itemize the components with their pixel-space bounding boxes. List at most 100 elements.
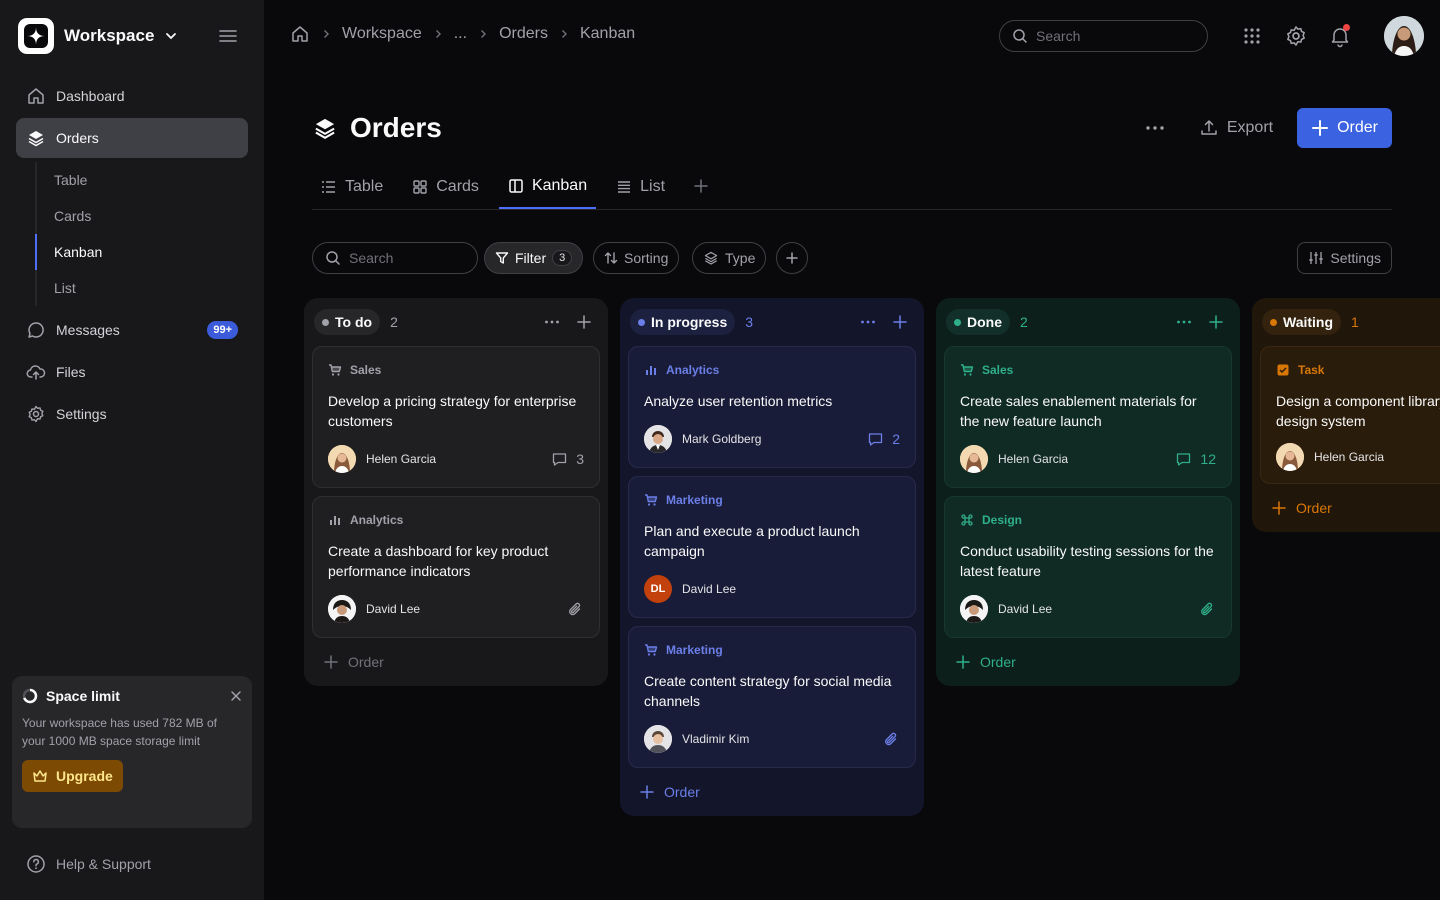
card-title: Create a dashboard for key product perfo… <box>328 543 549 579</box>
add-order-link[interactable]: Order <box>1260 492 1440 524</box>
workspace-switcher[interactable]: Workspace <box>18 18 178 54</box>
sidebar-toggle-icon[interactable] <box>216 24 240 48</box>
top-search[interactable] <box>999 20 1208 52</box>
upgrade-label: Upgrade <box>56 768 113 784</box>
breadcrumb-item[interactable]: Orders <box>499 25 548 43</box>
notification-dot <box>1343 24 1350 31</box>
add-view-icon[interactable] <box>693 178 709 194</box>
card-title: Analyze user retention metrics <box>644 393 833 409</box>
card-title: Create content strategy for social media… <box>644 673 892 709</box>
card-assignee: Vladimir Kim <box>682 732 750 746</box>
space-limit-title: Space limit <box>46 688 120 704</box>
gear-icon <box>26 404 46 424</box>
sidebar-item-settings[interactable]: Settings <box>16 394 248 434</box>
add-card-icon[interactable] <box>576 314 592 330</box>
status-dot <box>1270 318 1277 326</box>
kanban-column-in-progress: In progress 3 Analytics Analyze user ret… <box>620 298 924 816</box>
add-order-button[interactable]: Order <box>1297 108 1392 148</box>
status-dot <box>322 318 329 326</box>
add-order-label: Order <box>348 654 384 670</box>
apps-grid-icon[interactable] <box>1240 24 1264 48</box>
add-order-link[interactable]: Order <box>312 646 600 678</box>
export-button[interactable]: Export <box>1185 108 1287 148</box>
kanban-card[interactable]: Task Design a component library for the … <box>1260 346 1440 484</box>
avatar <box>1276 443 1304 471</box>
comment-count: 2 <box>892 431 900 447</box>
home-icon[interactable] <box>290 24 310 44</box>
board-settings-button[interactable]: Settings <box>1297 242 1392 274</box>
breadcrumb-item[interactable]: ... <box>454 25 467 43</box>
user-avatar[interactable] <box>1384 16 1424 56</box>
bell-icon[interactable] <box>1328 24 1352 48</box>
card-assignee: Helen Garcia <box>366 452 437 466</box>
list-lines-icon <box>616 179 632 195</box>
comment-count: 3 <box>576 451 584 467</box>
sidebar-item-files[interactable]: Files <box>16 352 248 392</box>
top-bar: Workspace ... Orders Kanban <box>264 0 1440 72</box>
gear-icon[interactable] <box>1284 24 1308 48</box>
kanban-card[interactable]: Marketing Plan and execute a product lau… <box>628 476 916 618</box>
sidebar-item-messages[interactable]: Messages 99+ <box>16 310 248 350</box>
kanban-card[interactable]: Sales Create sales enablement materials … <box>944 346 1232 488</box>
tab-label: Cards <box>436 177 479 195</box>
crown-icon <box>33 770 47 782</box>
bar-chart-icon <box>644 363 658 377</box>
card-assignee: David Lee <box>998 602 1053 616</box>
kanban-card[interactable]: Analytics Create a dashboard for key pro… <box>312 496 600 638</box>
kanban-card[interactable]: Sales Develop a pricing strategy for ent… <box>312 346 600 488</box>
kanban-card[interactable]: Marketing Create content strategy for so… <box>628 626 916 768</box>
add-order-link[interactable]: Order <box>628 776 916 808</box>
tab-table[interactable]: Table <box>312 164 392 209</box>
kanban-card[interactable]: Design Conduct usability testing session… <box>944 496 1232 638</box>
add-card-icon[interactable] <box>892 314 908 330</box>
more-options-icon[interactable] <box>544 314 560 330</box>
sidebar-subitem-list[interactable]: List <box>35 270 248 306</box>
column-count: 2 <box>1020 314 1028 330</box>
progress-ring-icon <box>22 688 38 704</box>
kanban-card[interactable]: Analytics Analyze user retention metrics… <box>628 346 916 468</box>
more-options-icon[interactable] <box>1176 314 1192 330</box>
sidebar-item-label: Files <box>56 364 86 380</box>
card-category: Design <box>982 513 1023 527</box>
sidebar-item-label: Orders <box>56 130 99 146</box>
help-support-link[interactable]: Help & Support <box>26 854 151 874</box>
column-title: Done <box>967 314 1002 330</box>
more-options-icon[interactable] <box>860 314 876 330</box>
sidebar: Workspace Dashboard Orders Table Cards K… <box>0 0 264 900</box>
add-order-link[interactable]: Order <box>944 646 1232 678</box>
status-pill: To do <box>314 309 381 335</box>
command-icon <box>960 513 974 527</box>
sorting-button[interactable]: Sorting <box>593 242 680 274</box>
breadcrumb-item[interactable]: Workspace <box>342 25 422 43</box>
sorting-label: Sorting <box>624 250 669 266</box>
chevron-right-icon <box>561 30 567 38</box>
tab-cards[interactable]: Cards <box>403 164 488 209</box>
tab-kanban[interactable]: Kanban <box>498 164 597 209</box>
add-card-icon[interactable] <box>1208 314 1224 330</box>
column-count: 3 <box>745 314 754 330</box>
more-options-icon[interactable] <box>1135 108 1175 148</box>
sidebar-item-dashboard[interactable]: Dashboard <box>16 76 248 116</box>
board-search[interactable] <box>312 242 478 274</box>
card-category: Analytics <box>350 513 404 527</box>
card-category: Marketing <box>666 493 723 507</box>
workspace-logo-icon <box>18 18 54 54</box>
sidebar-item-orders[interactable]: Orders <box>16 118 248 158</box>
card-category: Marketing <box>666 643 723 657</box>
filter-button[interactable]: Filter 3 <box>484 242 584 274</box>
type-button[interactable]: Type <box>692 242 767 274</box>
view-tabs: Table Cards Kanban List <box>312 164 1392 210</box>
sidebar-subitem-kanban[interactable]: Kanban <box>35 234 248 270</box>
upgrade-button[interactable]: Upgrade <box>22 760 123 792</box>
comment-icon <box>551 451 568 468</box>
board-search-input[interactable] <box>349 250 459 266</box>
top-search-input[interactable] <box>1036 28 1186 44</box>
plus-icon <box>956 655 970 669</box>
help-support-label: Help & Support <box>56 856 151 872</box>
close-icon[interactable] <box>230 690 242 702</box>
card-title: Plan and execute a product launch campai… <box>644 523 860 559</box>
tab-list[interactable]: List <box>607 164 674 209</box>
sidebar-subitem-table[interactable]: Table <box>35 162 248 198</box>
add-filter-icon[interactable] <box>776 242 808 274</box>
sidebar-subitem-cards[interactable]: Cards <box>35 198 248 234</box>
